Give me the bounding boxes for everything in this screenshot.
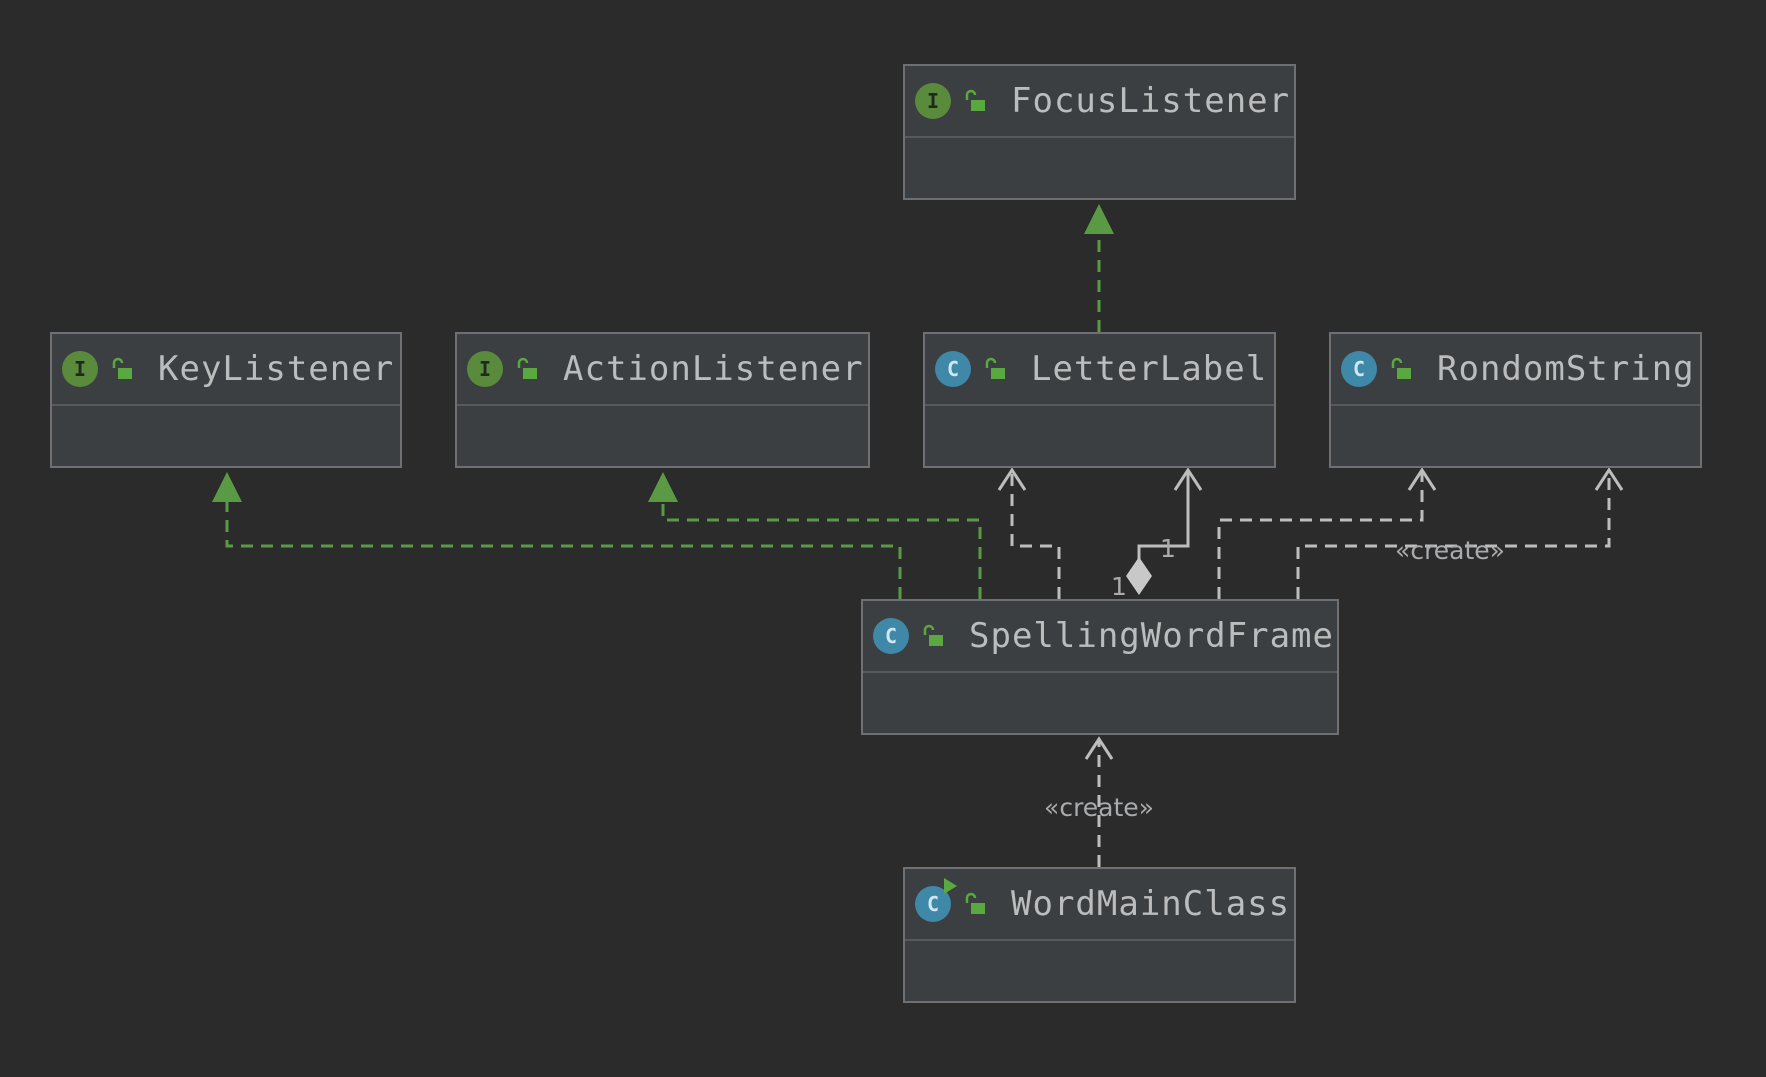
edge-realization-SpellingWordFrame-to-ActionListener: [661, 498, 982, 599]
class-node-WordMainClass[interactable]: C WordMainClass: [903, 867, 1296, 1003]
class-node-name: RondomString: [1437, 349, 1695, 389]
class-node-header: I ActionListener: [457, 334, 868, 406]
unlocked-icon: [1391, 357, 1411, 379]
class-node-header: I FocusListener: [905, 66, 1294, 138]
class-icon: C: [935, 351, 971, 387]
run-badge-icon: [944, 878, 957, 894]
interface-icon: I: [915, 83, 951, 119]
class-node-ActionListener[interactable]: I ActionListener: [455, 332, 870, 468]
interface-icon: I: [62, 351, 98, 387]
edge-stereotype-label: «create»: [1395, 536, 1505, 565]
edge-realization-SpellingWordFrame-to-KeyListener: [225, 498, 902, 599]
interface-icon: I: [467, 351, 503, 387]
unlocked-icon: [965, 892, 985, 914]
class-node-name: ActionListener: [563, 349, 864, 389]
unlocked-icon: [923, 624, 943, 646]
class-node-header: C WordMainClass: [905, 869, 1294, 941]
uml-class-diagram: I FocusListener I KeyListener I ActionListene…: [0, 0, 1766, 1077]
edge-dependency-SpellingWordFrame-to-RondomString: [1217, 470, 1424, 599]
edge-stereotype-label: «create»: [1044, 793, 1154, 822]
class-node-header: C RondomString: [1331, 334, 1700, 406]
edge-dependency-SpellingWordFrame-to-RondomString: [1296, 470, 1611, 599]
class-node-KeyListener[interactable]: I KeyListener: [50, 332, 402, 468]
target-multiplicity-label: 1: [1160, 534, 1176, 563]
realization-arrowhead: [648, 472, 678, 502]
class-icon: C: [1341, 351, 1377, 387]
class-icon: C: [873, 618, 909, 654]
unlocked-icon: [965, 89, 985, 111]
edge-dependency-SpellingWordFrame-to-LetterLabel: [1010, 470, 1061, 599]
unlocked-icon: [517, 357, 537, 379]
unlocked-icon: [985, 357, 1005, 379]
class-node-header: C SpellingWordFrame: [863, 601, 1337, 673]
class-node-name: FocusListener: [1011, 81, 1291, 121]
class-node-name: SpellingWordFrame: [969, 616, 1334, 656]
class-node-name: KeyListener: [158, 349, 395, 389]
class-node-SpellingWordFrame[interactable]: C SpellingWordFrame: [861, 599, 1339, 735]
unlocked-icon: [112, 357, 132, 379]
realization-arrowhead: [1084, 204, 1114, 234]
class-node-header: I KeyListener: [52, 334, 400, 406]
class-node-RondomString[interactable]: C RondomString: [1329, 332, 1702, 468]
class-node-name: WordMainClass: [1011, 884, 1291, 924]
composition-diamond: [1126, 557, 1152, 595]
class-node-FocusListener[interactable]: I FocusListener: [903, 64, 1296, 200]
realization-arrowhead: [212, 472, 242, 502]
main-class-icon: C: [915, 878, 957, 922]
class-node-header: C LetterLabel: [925, 334, 1274, 406]
source-multiplicity-label: 1: [1111, 572, 1127, 601]
class-node-name: LetterLabel: [1031, 349, 1268, 389]
class-node-LetterLabel[interactable]: C LetterLabel: [923, 332, 1276, 468]
